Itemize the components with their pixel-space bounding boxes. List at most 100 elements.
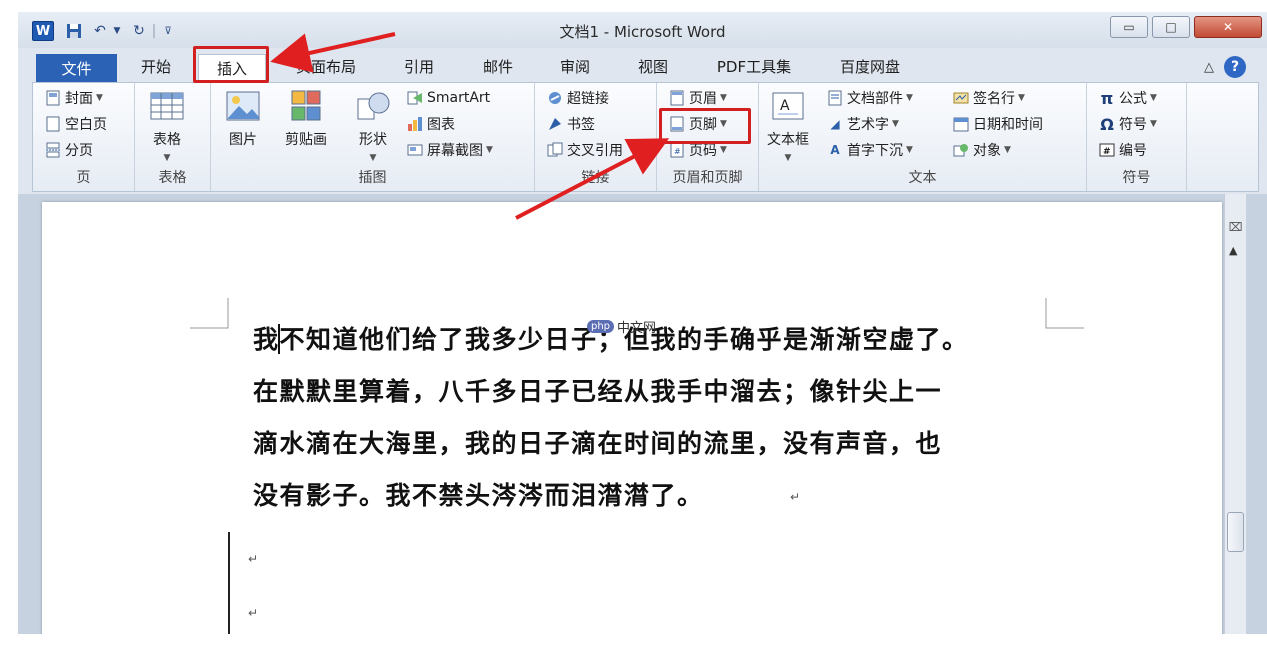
- watermark: php 中文网: [587, 317, 656, 336]
- close-button[interactable]: ✕: [1194, 16, 1262, 38]
- group-symbols: π 公式 ▼ Ω 符号 ▼ # 编号 符号: [1087, 83, 1187, 191]
- blank-page-button[interactable]: 空白页: [45, 113, 107, 135]
- tab-view[interactable]: 视图: [628, 54, 678, 78]
- corner-mark-left: [190, 298, 229, 329]
- textbox-icon: A: [772, 92, 804, 120]
- tab-file[interactable]: 文件: [36, 54, 117, 82]
- table-icon: [150, 92, 184, 120]
- tab-insert[interactable]: 插入: [198, 54, 266, 82]
- object-button[interactable]: 对象 ▼: [953, 139, 1011, 161]
- header-button[interactable]: 页眉 ▼: [669, 87, 727, 109]
- page-break-button[interactable]: 分页: [45, 139, 93, 161]
- symbol-button[interactable]: Ω 符号 ▼: [1099, 113, 1157, 135]
- scroll-thumb[interactable]: [1227, 512, 1244, 552]
- table-button[interactable]: 表格 ▼: [149, 89, 185, 163]
- wordart-icon: ◢: [830, 117, 840, 131]
- paragraph-line[interactable]: 滴水滴在大海里，我的日子滴在时间的流里，没有声音，也: [253, 424, 942, 460]
- title-bar: W ↶ ▼ ↻ | ⊽ 文档1 - Microsoft Word ▭ □ ✕: [18, 12, 1267, 48]
- watermark-logo: php: [587, 320, 615, 333]
- shapes-button[interactable]: 形状 ▼: [355, 89, 391, 163]
- paragraph-line[interactable]: 在默默里算着，八千多日子已经从我手中溜去；像针尖上一: [253, 372, 942, 408]
- group-links: 超链接 书签 交叉引用 链接: [535, 83, 657, 191]
- collapse-ribbon-icon[interactable]: △: [1204, 60, 1214, 75]
- quick-parts-button[interactable]: 文档部件 ▼: [827, 87, 913, 109]
- scroll-up-icon[interactable]: ▲: [1229, 244, 1237, 257]
- clipart-button[interactable]: 剪贴画: [285, 89, 327, 149]
- page-number-icon: #: [669, 142, 685, 158]
- tab-page-layout[interactable]: 页面布局: [286, 54, 366, 78]
- text-cursor: [278, 324, 280, 354]
- vertical-scrollbar[interactable]: ⌧ ▲: [1224, 194, 1246, 634]
- bookmark-button[interactable]: 书签: [547, 113, 595, 135]
- calendar-icon: [953, 116, 969, 132]
- document-page[interactable]: 我不知道他们给了我多少日子；但我的手确乎是渐渐空虚了。 在默默里算着，八千多日子…: [42, 202, 1222, 634]
- group-header-footer: 页眉 ▼ 页脚 ▼ # 页码 ▼ 页眉和页脚: [657, 83, 759, 191]
- tab-baidu-netdisk[interactable]: 百度网盘: [830, 54, 910, 78]
- numbering-button[interactable]: # 编号: [1099, 139, 1147, 161]
- screenshot-icon: [407, 142, 423, 158]
- watermark-text: 中文网: [617, 321, 657, 336]
- wordart-button[interactable]: ◢ 艺术字 ▼: [827, 113, 899, 135]
- signature-line-button[interactable]: 签名行 ▼: [953, 87, 1025, 109]
- document-area: 我不知道他们给了我多少日子；但我的手确乎是渐渐空虚了。 在默默里算着，八千多日子…: [18, 194, 1267, 634]
- smartart-button[interactable]: SmartArt: [407, 87, 490, 109]
- tab-home[interactable]: 开始: [130, 54, 182, 78]
- page-break-icon: [45, 142, 61, 158]
- smartart-icon: [407, 90, 423, 106]
- cross-reference-button[interactable]: 交叉引用: [547, 139, 623, 161]
- blank-page-icon: [45, 116, 61, 132]
- group-pages: 封面 ▼ 空白页 分页 页: [33, 83, 135, 191]
- quick-parts-icon: [827, 90, 843, 106]
- group-illustrations: 图片 剪贴画 形状 ▼ SmartArt 图表 屏幕截图 ▼ 插图: [211, 83, 535, 191]
- right-strip: [1246, 194, 1267, 634]
- footer-button[interactable]: 页脚 ▼: [669, 113, 727, 135]
- corner-mark-right: [1045, 298, 1084, 329]
- pi-icon: π: [1100, 88, 1114, 108]
- signature-line-icon: [953, 90, 969, 106]
- date-time-button[interactable]: 日期和时间: [953, 113, 1043, 135]
- page-number-button[interactable]: # 页码 ▼: [669, 139, 727, 161]
- numbering-icon: #: [1099, 142, 1115, 158]
- hyperlink-button[interactable]: 超链接: [547, 87, 609, 109]
- paragraph-mark: ↵: [248, 606, 259, 620]
- hyperlink-icon: [547, 90, 563, 106]
- tab-references[interactable]: 引用: [394, 54, 444, 78]
- tab-mailings[interactable]: 邮件: [473, 54, 523, 78]
- cover-page-button[interactable]: 封面 ▼: [45, 87, 103, 109]
- tab-review[interactable]: 审阅: [550, 54, 600, 78]
- drop-cap-icon: A: [830, 143, 840, 157]
- svg-text:#: #: [1103, 147, 1111, 157]
- drop-cap-button[interactable]: A 首字下沉 ▼: [827, 139, 913, 161]
- shapes-icon: [357, 92, 390, 120]
- chart-button[interactable]: 图表: [407, 113, 455, 135]
- picture-button[interactable]: 图片: [225, 89, 261, 149]
- bookmark-icon: [547, 116, 563, 132]
- help-icon[interactable]: ?: [1224, 56, 1246, 78]
- svg-text:#: #: [674, 147, 681, 156]
- minimize-button[interactable]: ▭: [1110, 16, 1148, 38]
- paragraph-line[interactable]: 没有影子。我不禁头涔涔而泪潸潸了。: [253, 476, 704, 512]
- group-label-symbols: 符号: [1122, 170, 1151, 186]
- chart-icon: [407, 116, 423, 132]
- cross-reference-icon: [547, 142, 563, 158]
- ribbon-right-controls: △ ?: [1204, 56, 1246, 78]
- left-margin-bar: [228, 532, 230, 634]
- header-icon: [669, 90, 685, 106]
- picture-icon: [226, 91, 260, 121]
- group-text: A 文本框 ▼ 文档部件 ▼ ◢ 艺术字 ▼ A 首字下沉 ▼ 签名行 ▼ 日期…: [759, 83, 1087, 191]
- group-tables: 表格 ▼ 表格: [135, 83, 211, 191]
- paragraph-mark: ↵: [248, 552, 259, 566]
- textbox-button[interactable]: A 文本框 ▼: [767, 89, 809, 163]
- footer-icon: [669, 116, 685, 132]
- group-label-tables: 表格: [158, 170, 187, 186]
- equation-button[interactable]: π 公式 ▼: [1099, 87, 1157, 109]
- maximize-button[interactable]: □: [1152, 16, 1190, 38]
- cover-page-icon: [45, 90, 61, 106]
- screenshot-button[interactable]: 屏幕截图 ▼: [407, 139, 493, 161]
- group-label-links: 链接: [581, 170, 610, 186]
- ribbon-insert: 封面 ▼ 空白页 分页 页 表格 ▼ 表格 图片 剪贴画 形状 ▼ SmartA…: [32, 82, 1259, 192]
- ruler-toggle-icon[interactable]: ⌧: [1227, 220, 1244, 236]
- omega-icon: Ω: [1100, 114, 1114, 134]
- object-icon: [953, 142, 969, 158]
- tab-pdf-tools[interactable]: PDF工具集: [706, 54, 802, 78]
